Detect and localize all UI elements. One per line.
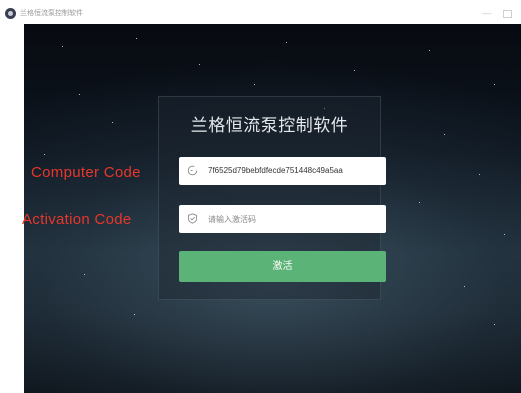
minimize-icon: — <box>482 8 492 18</box>
star <box>286 42 287 43</box>
star <box>254 84 255 85</box>
computer-code-value[interactable]: 7f6525d79bebfdfecde751448c49a5aa <box>208 157 343 185</box>
star <box>84 274 85 275</box>
star <box>494 324 495 325</box>
star <box>479 174 480 175</box>
star <box>112 122 113 123</box>
star <box>429 50 430 51</box>
starfield-background: 兰格恒流泵控制软件 7f6525d79bebfdfecde751448c49a5… <box>24 24 521 393</box>
star <box>79 94 80 95</box>
shield-check-icon <box>187 213 198 224</box>
star <box>504 234 505 235</box>
star <box>62 46 63 47</box>
app-window: 兰格恒流泵控制软件 — 兰格恒流泵控制软件 7f6525d79bebfdfecd… <box>0 0 521 393</box>
panel-title: 兰格恒流泵控制软件 <box>190 116 349 135</box>
computer-code-annotation: Computer Code <box>31 164 141 181</box>
star <box>134 314 135 315</box>
star <box>354 70 355 71</box>
maximize-button[interactable] <box>500 6 514 20</box>
minimize-button[interactable]: — <box>480 6 494 20</box>
star <box>444 134 445 135</box>
star <box>44 154 45 155</box>
computer-code-field[interactable]: 7f6525d79bebfdfecde751448c49a5aa <box>179 157 386 185</box>
activation-panel: 兰格恒流泵控制软件 7f6525d79bebfdfecde751448c49a5… <box>158 96 386 300</box>
window-title: 兰格恒流泵控制软件 <box>20 10 83 17</box>
activation-code-annotation: Activation Code <box>22 211 132 228</box>
star <box>419 202 420 203</box>
star <box>199 64 200 65</box>
star <box>494 84 495 85</box>
app-logo-icon <box>5 8 16 19</box>
activation-code-field[interactable] <box>179 205 386 233</box>
star <box>464 286 465 287</box>
maximize-icon <box>502 9 512 18</box>
refresh-icon[interactable] <box>187 165 198 176</box>
activate-button[interactable]: 激活 <box>179 251 386 282</box>
title-bar[interactable]: 兰格恒流泵控制软件 — <box>0 0 521 24</box>
star <box>136 38 137 39</box>
activation-code-input[interactable] <box>208 205 378 233</box>
